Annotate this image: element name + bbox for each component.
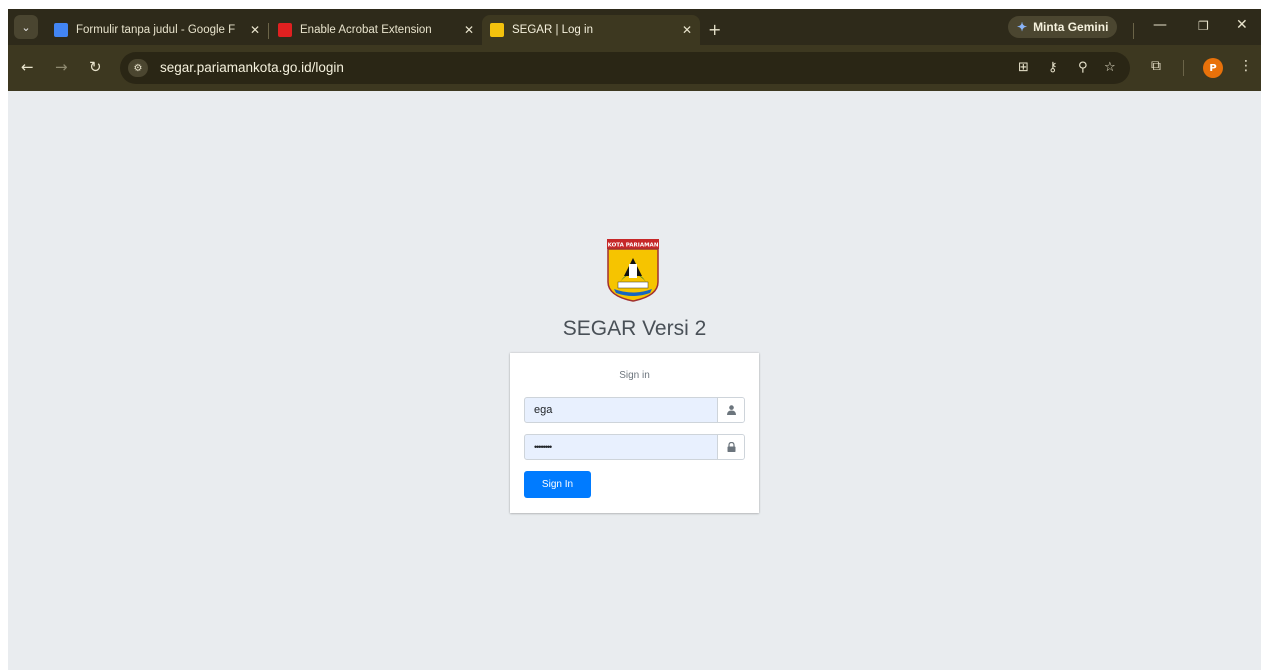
segar-logo-icon	[490, 23, 504, 37]
tab-google-forms[interactable]: Formulir tanpa judul - Google F ✕	[46, 15, 268, 45]
close-icon[interactable]: ✕	[250, 23, 260, 37]
profile-avatar[interactable]: P	[1203, 58, 1223, 78]
lock-icon	[717, 435, 744, 459]
close-icon[interactable]: ✕	[682, 23, 692, 37]
forward-icon[interactable]: →	[55, 58, 68, 76]
new-tab-button[interactable]: +	[708, 20, 721, 39]
login-card: Sign in Sign In	[510, 353, 759, 513]
tab-acrobat[interactable]: Enable Acrobat Extension ✕	[270, 15, 482, 45]
login-page: KOTA PARIAMAN SEGAR Versi 2 Sign in Sign…	[8, 91, 1261, 670]
toolbar: ← → ↻ ⚙ segar.pariamankota.go.id/login ⊞…	[8, 45, 1261, 91]
tab-segar-login[interactable]: SEGAR | Log in ✕	[482, 15, 700, 45]
username-input[interactable]	[525, 398, 718, 422]
login-box-message: Sign in	[619, 370, 650, 381]
logo-text: KOTA PARIAMAN	[608, 243, 659, 249]
site-info-icon[interactable]: ⚙	[128, 59, 148, 77]
menu-kebab-icon[interactable]: ⋮	[1239, 58, 1253, 74]
close-icon[interactable]: ✕	[464, 23, 474, 37]
minimize-icon[interactable]: —	[1153, 17, 1167, 33]
google-forms-icon	[54, 23, 68, 37]
sign-in-button[interactable]: Sign In	[524, 471, 591, 498]
back-icon[interactable]: ←	[21, 58, 34, 76]
user-icon	[717, 398, 744, 422]
restore-icon[interactable]: ❐	[1198, 19, 1209, 33]
tab-title: Formulir tanpa judul - Google F	[76, 24, 236, 36]
translate-icon[interactable]: ⊞	[1018, 60, 1029, 75]
window-close-icon[interactable]: ✕	[1236, 17, 1248, 33]
app-title: SEGAR Versi 2	[562, 317, 707, 340]
gemini-button[interactable]: ✦ Minta Gemini	[1008, 16, 1118, 38]
zoom-icon[interactable]: ⚲	[1078, 60, 1088, 75]
extensions-icon[interactable]: ⧉	[1151, 58, 1161, 74]
profile-initial: P	[1209, 62, 1217, 74]
password-input[interactable]	[525, 435, 718, 459]
password-field-group	[524, 434, 745, 460]
tab-search-button[interactable]: ⌄	[14, 15, 38, 39]
url-text: segar.pariamankota.go.id/login	[160, 60, 344, 75]
gemini-label: Minta Gemini	[1033, 20, 1109, 34]
tab-title: SEGAR | Log in	[512, 24, 593, 36]
bookmark-star-icon[interactable]: ☆	[1104, 60, 1116, 75]
kota-pariaman-logo: KOTA PARIAMAN	[607, 239, 659, 302]
tab-strip: ⌄ Formulir tanpa judul - Google F ✕ Enab…	[8, 9, 1261, 45]
tab-title: Enable Acrobat Extension	[300, 24, 432, 36]
username-field-group	[524, 397, 745, 423]
address-bar[interactable]: ⚙ segar.pariamankota.go.id/login ⊞ ⚷ ⚲ ☆	[120, 52, 1130, 84]
chevron-down-icon: ⌄	[21, 20, 31, 34]
password-key-icon[interactable]: ⚷	[1048, 60, 1058, 75]
acrobat-icon	[278, 23, 292, 37]
gemini-sparkle-icon: ✦	[1017, 20, 1028, 34]
reload-icon[interactable]: ↻	[89, 58, 102, 76]
